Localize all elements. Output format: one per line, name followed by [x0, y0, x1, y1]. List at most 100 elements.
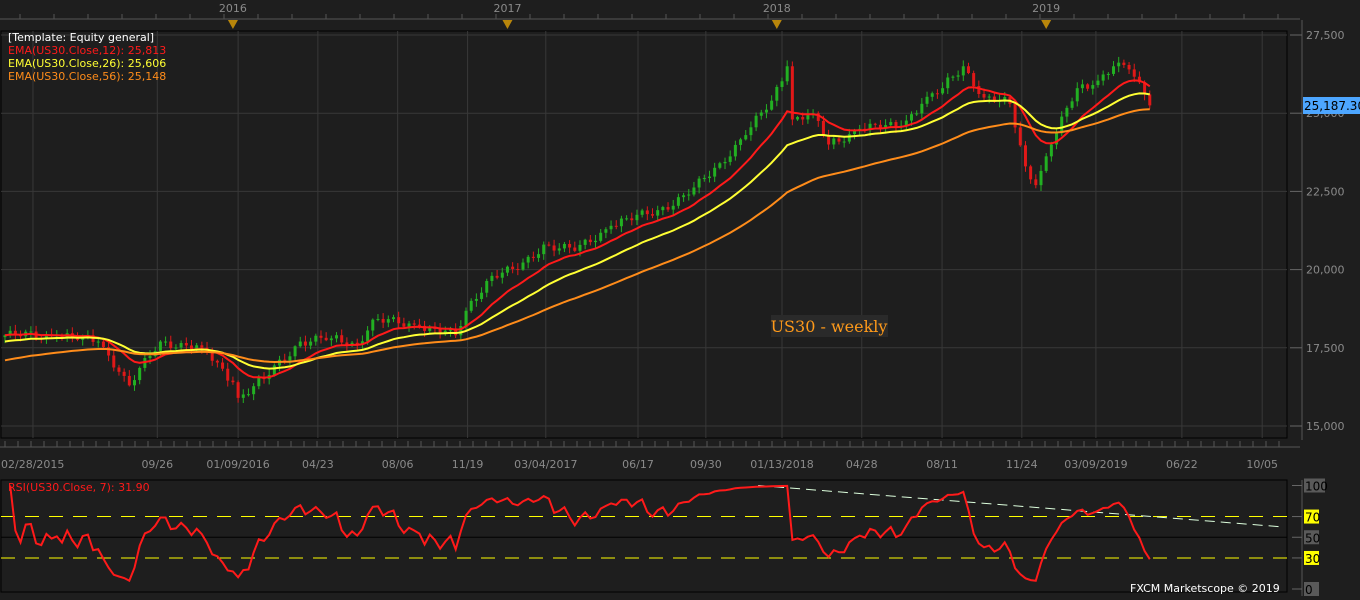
candle-body — [1029, 166, 1033, 180]
candle-body — [604, 229, 608, 233]
year-marker-icon — [1041, 20, 1052, 29]
price-chart[interactable]: 2016 2017 2018 2019 [Template: Equity gener… — [0, 0, 1360, 597]
candle-body — [371, 319, 375, 331]
price-tick-label: 17,500 — [1306, 342, 1345, 355]
candle-body — [754, 115, 758, 128]
candle-body — [1023, 145, 1027, 167]
candle-body — [1039, 170, 1043, 186]
candle-body — [537, 254, 541, 258]
year-label: 2019 — [1032, 2, 1060, 15]
candle-body — [630, 218, 634, 221]
candle-body — [1044, 156, 1048, 171]
candle-body — [821, 120, 825, 136]
candle-body — [101, 341, 105, 348]
candle-body — [930, 93, 934, 97]
candle-body — [164, 341, 168, 343]
date-tick-label: 08/11 — [926, 458, 958, 471]
current-price-label: 25,187.30 — [1304, 99, 1360, 113]
candle-body — [956, 75, 960, 77]
candle-body — [609, 225, 613, 230]
candle-body — [749, 127, 753, 136]
candle-body — [987, 96, 991, 98]
candle-body — [531, 256, 535, 258]
candle-body — [635, 214, 639, 221]
candle-body — [966, 66, 970, 74]
candle-body — [547, 244, 551, 246]
candle-body — [526, 256, 530, 263]
candle-body — [257, 377, 261, 387]
candle-body — [542, 244, 546, 255]
candle-body — [174, 347, 178, 349]
candle-body — [158, 341, 162, 351]
candle-body — [96, 341, 100, 343]
candle-body — [112, 355, 116, 368]
candle-body — [293, 346, 297, 357]
candle-body — [651, 214, 654, 216]
ema26-legend: EMA(US30.Close,26): 25,606 — [8, 57, 166, 70]
candle-body — [656, 210, 660, 216]
date-tick-label: 01/13/2018 — [750, 458, 813, 471]
year-label: 2016 — [219, 2, 247, 15]
candle-body — [169, 341, 173, 349]
date-tick-label: 08/06 — [382, 458, 414, 471]
candle-body — [500, 272, 504, 278]
candle-body — [702, 178, 706, 180]
candle-body — [676, 197, 680, 206]
candle-body — [718, 163, 722, 168]
candle-body — [402, 323, 406, 327]
candle-body — [552, 245, 556, 251]
candle-body — [319, 335, 323, 338]
candle-body — [796, 117, 800, 120]
candle-body — [184, 343, 188, 346]
candle-body — [335, 335, 339, 339]
candle-body — [329, 338, 333, 341]
candle-body — [397, 317, 401, 324]
candle-body — [407, 323, 411, 327]
candle-body — [1060, 116, 1064, 134]
ema12-legend: EMA(US30.Close,12): 25,813 — [8, 44, 166, 57]
candle-body — [215, 360, 219, 363]
candle-body — [516, 269, 520, 271]
rsi-tick-label: 50 — [1305, 531, 1320, 545]
candle-body — [775, 86, 779, 101]
candle-body — [1132, 69, 1136, 77]
date-axis[interactable]: 02/28/2015 09/26 01/09/2016 04/23 08/06 11/19… — [1, 441, 1280, 471]
candle-body — [1075, 88, 1079, 102]
candle-body — [1117, 62, 1121, 67]
candle-body — [780, 81, 784, 87]
candle-body — [231, 380, 235, 383]
candle-body — [1148, 94, 1152, 106]
candle-body — [770, 100, 774, 110]
candle-body — [464, 310, 468, 327]
rsi-panel — [0, 479, 1288, 593]
candle-body — [915, 113, 919, 115]
ema56-legend: EMA(US30.Close,56): 25,148 — [8, 70, 166, 83]
candle-body — [578, 244, 582, 251]
candle-body — [1101, 74, 1105, 81]
candle-body — [241, 394, 245, 398]
year-marker-icon — [227, 20, 238, 29]
candle-body — [340, 335, 344, 343]
candle-body — [29, 331, 33, 333]
candle-body — [283, 359, 287, 361]
rsi-axis: 100 70 50 30 0 — [1292, 478, 1328, 597]
candle-body — [179, 343, 183, 348]
candle-body — [1096, 80, 1100, 86]
candle-body — [495, 275, 499, 278]
candle-body — [599, 232, 603, 241]
candle-body — [1112, 66, 1116, 74]
candle-body — [562, 243, 566, 249]
candle-body — [469, 300, 473, 311]
price-axis[interactable]: 15,00017,50020,00022,50025,00027,500 — [1290, 29, 1345, 433]
date-tick-label: 11/19 — [452, 458, 484, 471]
main-panel — [0, 30, 1288, 439]
price-tick-label: 27,500 — [1306, 29, 1345, 42]
candle-body — [733, 144, 737, 157]
candle-body — [594, 240, 598, 243]
candle-body — [417, 324, 421, 326]
candle-body — [910, 114, 913, 121]
watermark: FXCM Marketscope © 2019 — [1130, 582, 1280, 595]
candle-body — [412, 323, 416, 325]
candle-body — [303, 341, 307, 346]
candle-body — [728, 156, 732, 162]
